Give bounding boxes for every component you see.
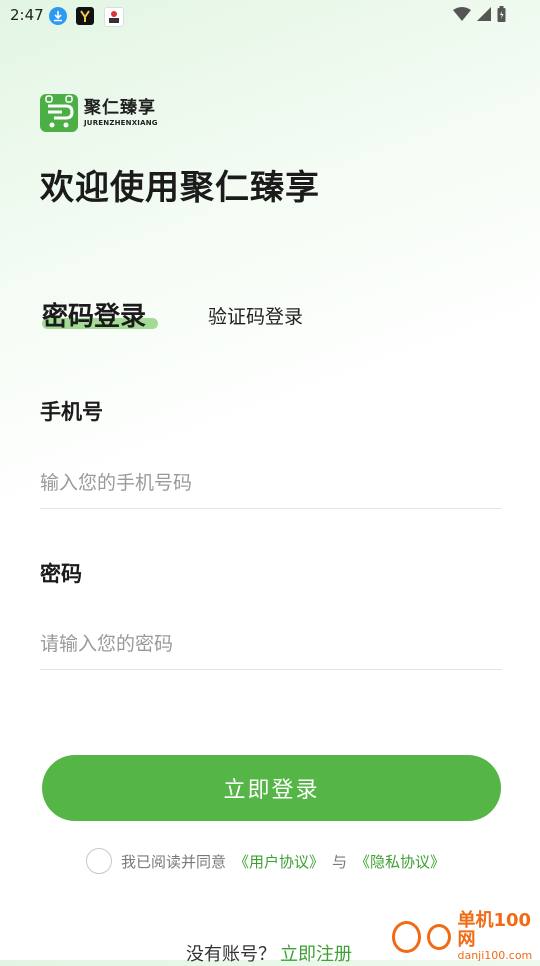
agreement-row: 我已阅读并同意 《用户协议》 与 《隐私协议》 [86,848,445,874]
login-button[interactable]: 立即登录 [42,755,501,821]
privacy-agreement-link[interactable]: 《隐私协议》 [355,851,445,872]
user-agreement-link[interactable]: 《用户协议》 [234,851,324,872]
register-link[interactable]: 立即注册 [280,944,352,965]
tab-password-login[interactable]: 密码登录 [42,296,146,333]
watermark-logo-icon [392,920,422,953]
brand-logo: 聚仁臻享 JURENZHENXIANG [40,94,158,132]
brand-name: 聚仁臻享 [84,97,156,118]
status-bar: 2:47 [0,0,540,32]
watermark-logo-icon-2 [427,923,452,950]
password-label: 密码 [40,562,82,586]
register-question: 没有账号？ [186,944,276,965]
phone-input[interactable] [40,458,502,509]
tab-code-login[interactable]: 验证码登录 [208,302,303,329]
signal-icon [477,7,491,21]
phone-label: 手机号 [40,400,103,424]
status-time: 2:47 [10,6,44,24]
shopping-cart-logo-icon [40,94,78,132]
agreement-checkbox[interactable] [86,848,112,874]
agreement-prefix: 我已阅读并同意 [121,852,227,871]
page-title: 欢迎使用聚仁臻享 [40,168,320,208]
battery-icon [497,6,506,22]
register-row: 没有账号？ 立即注册 [186,940,352,966]
site-watermark: 单机100网 danji100.com [392,910,540,961]
download-notification-icon [49,7,67,25]
password-input[interactable] [40,619,502,670]
watermark-main-text: 单机100网 [457,910,532,950]
app-notification-icon [76,7,94,25]
brand-latin-name: JURENZHENXIANG [84,118,158,127]
app-notification-icon-2 [104,7,124,27]
system-icons [453,6,506,22]
wifi-icon [453,7,471,21]
agreement-and: 与 [332,852,348,871]
